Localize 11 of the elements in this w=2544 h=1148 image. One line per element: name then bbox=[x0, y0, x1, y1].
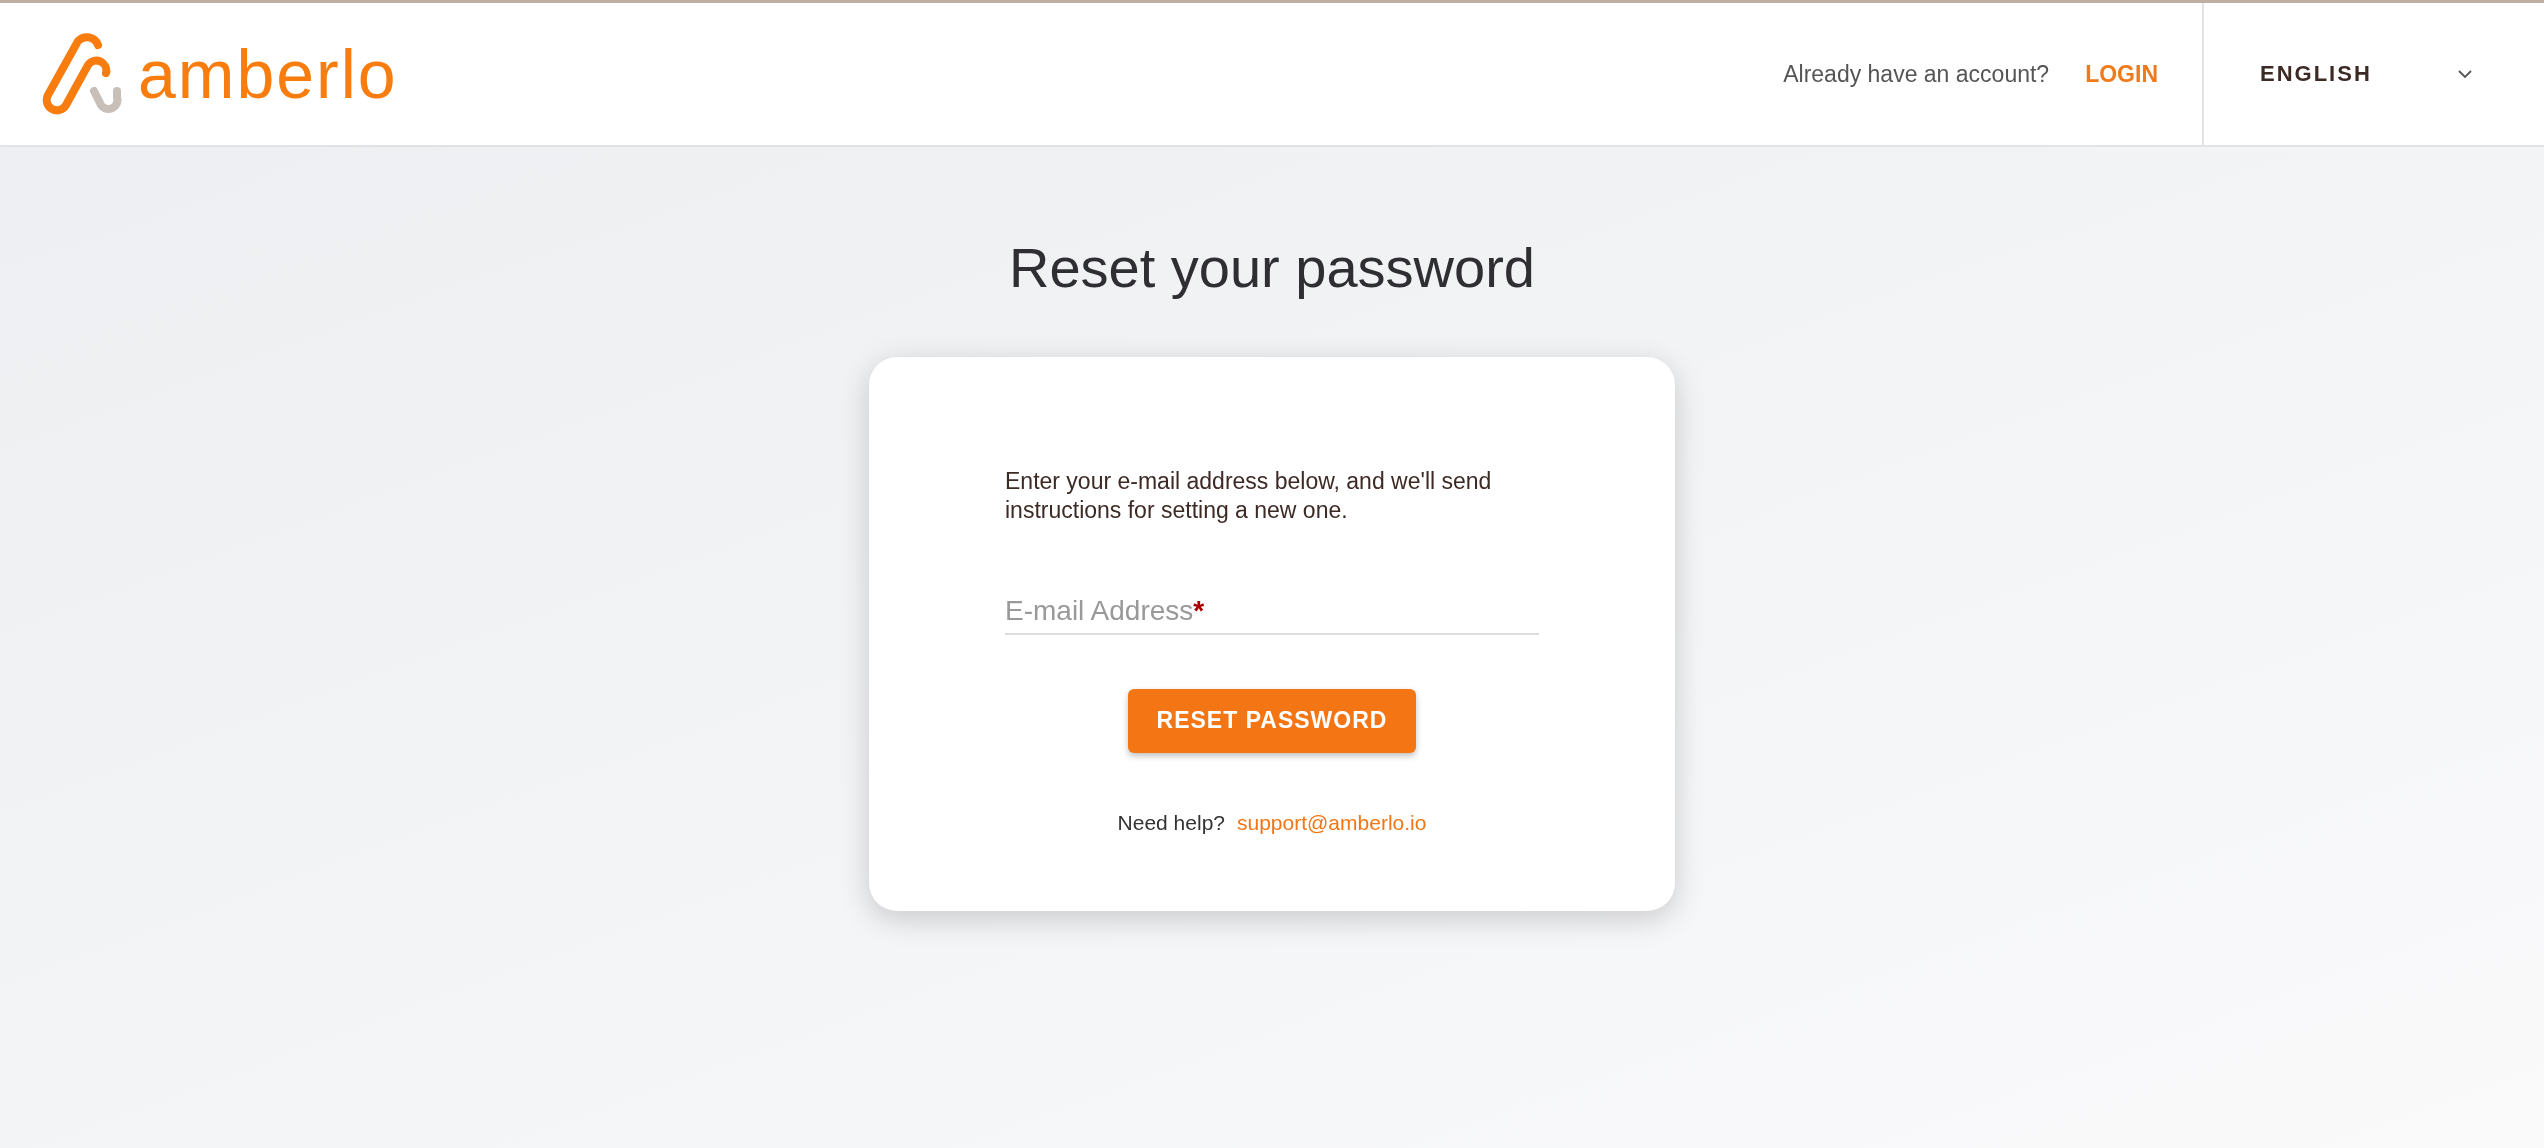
login-link[interactable]: LOGIN bbox=[2085, 60, 2158, 88]
chevron-icon bbox=[2458, 69, 2472, 79]
account-prompt: Already have an account? bbox=[1783, 60, 2050, 88]
page-title: Reset your password bbox=[1009, 237, 1535, 299]
help-text: Need help? bbox=[1117, 810, 1225, 835]
reset-password-button[interactable]: RESET PASSWORD bbox=[1127, 688, 1417, 753]
language-dropdown[interactable]: ENGLISH bbox=[2202, 3, 2544, 145]
email-field[interactable]: E-mail Address* bbox=[1005, 594, 1539, 635]
support-email-link[interactable]: support@amberlo.io bbox=[1237, 810, 1427, 835]
brand-name: amberlo bbox=[138, 40, 398, 108]
instructions-text: Enter your e-mail address below, and we'll send instructions for setting a new one. bbox=[1005, 466, 1493, 525]
